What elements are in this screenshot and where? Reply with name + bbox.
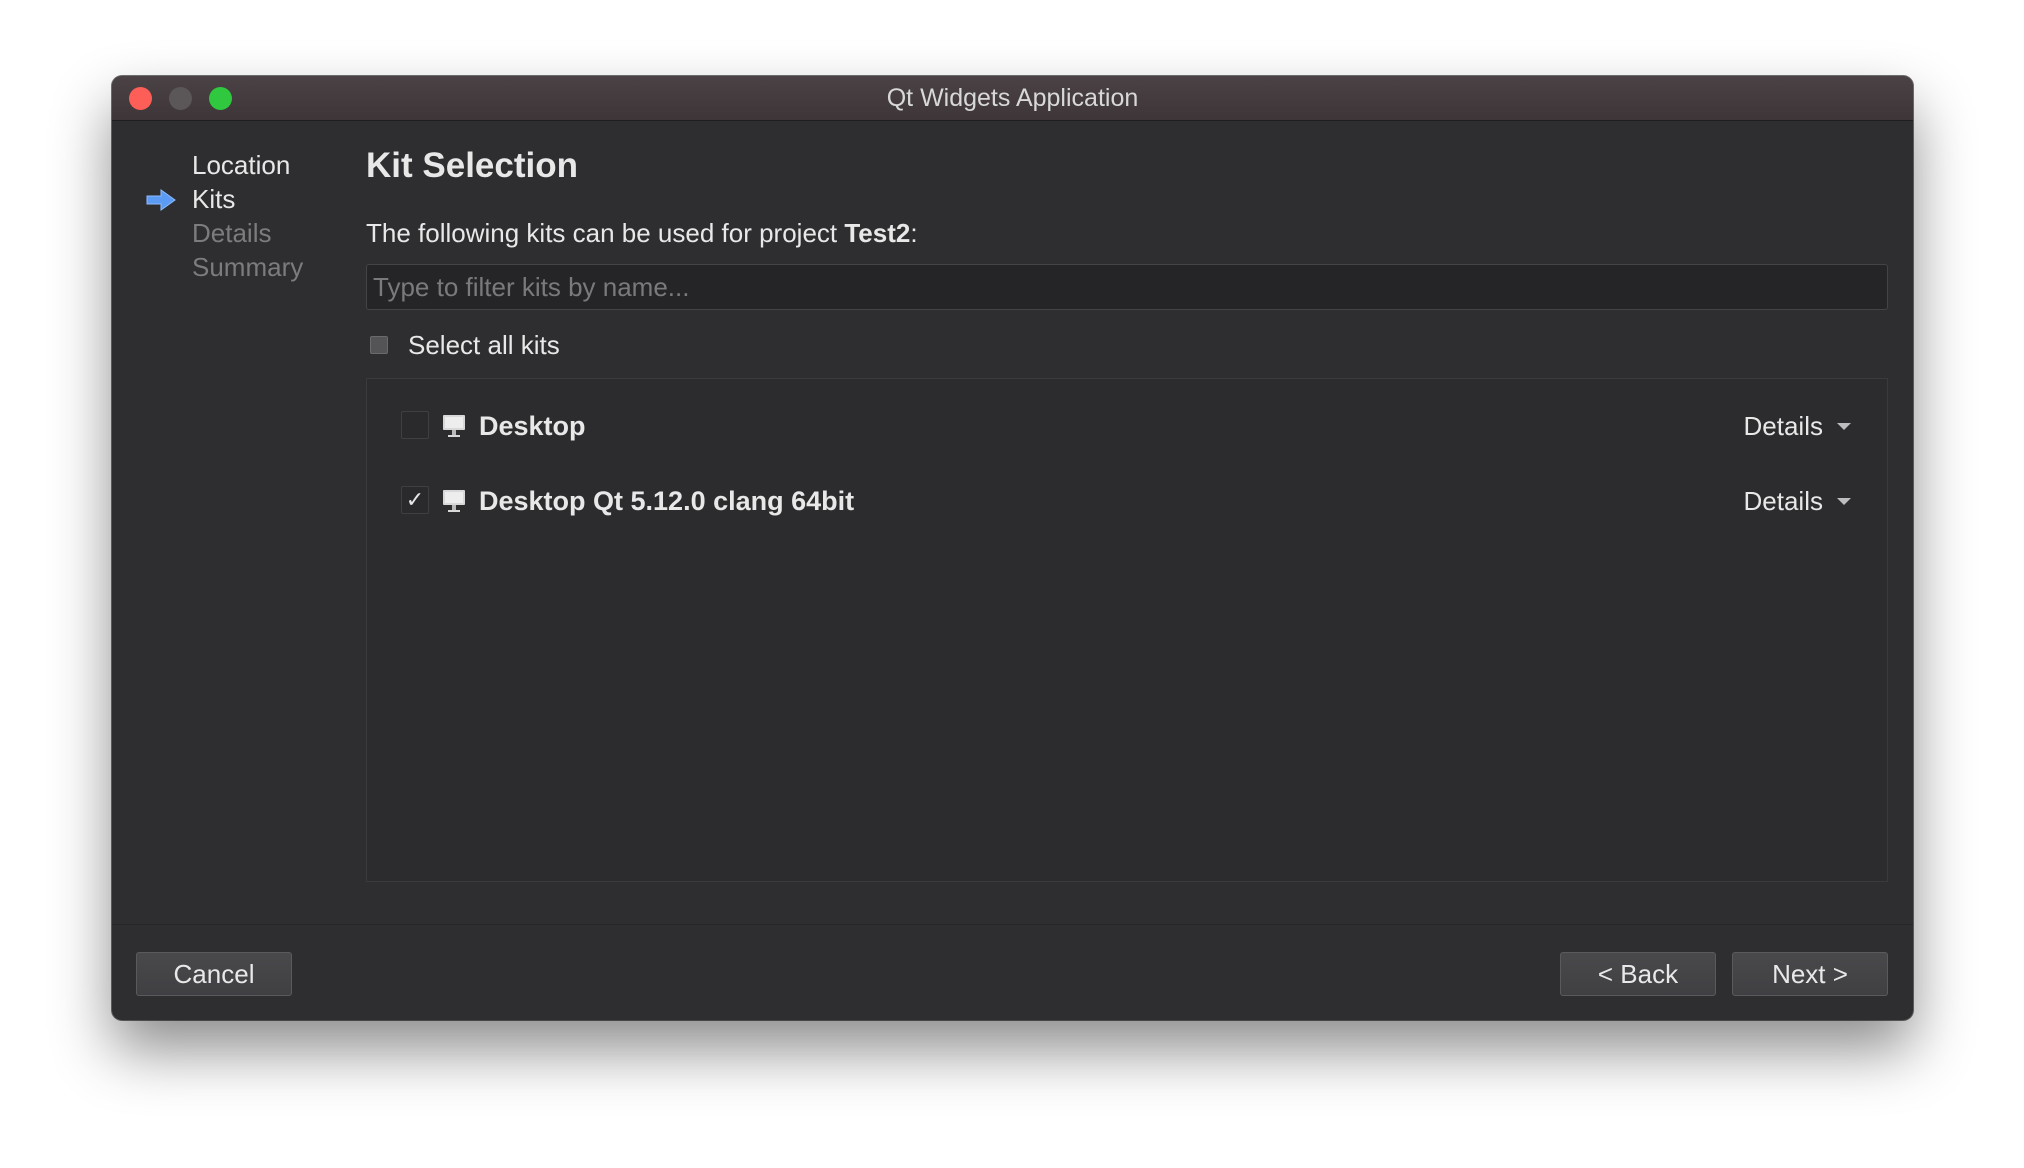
intro-suffix: : — [910, 218, 918, 248]
project-name: Test2 — [844, 218, 911, 248]
checkmark-icon: ✓ — [405, 487, 425, 512]
footer-divider — [112, 924, 1913, 925]
kit-filter-input[interactable] — [366, 264, 1888, 310]
select-all-label: Select all kits — [408, 329, 560, 360]
monitor-icon — [443, 490, 465, 512]
kit-details-toggle[interactable]: Details — [1744, 486, 1851, 517]
step-location: Location — [192, 150, 291, 180]
intro-prefix: The following kits can be used for proje… — [366, 218, 845, 248]
kit-name: Desktop — [479, 411, 586, 441]
kit-row-desktop: Desktop Details — [367, 401, 1887, 451]
intro-text: The following kits can be used for proje… — [366, 218, 918, 249]
chevron-down-icon — [1837, 423, 1851, 430]
step-details: Details — [192, 218, 272, 248]
select-all-kits-checkbox[interactable]: Select all kits — [370, 330, 560, 360]
monitor-icon — [443, 415, 465, 437]
arrow-right-icon — [146, 189, 176, 211]
next-button[interactable]: Next > — [1732, 952, 1888, 996]
chevron-down-icon — [1837, 498, 1851, 505]
kit-details-label: Details — [1743, 486, 1823, 516]
wizard-window: Qt Widgets Application Location Kits Det… — [112, 76, 1913, 1020]
kit-details-toggle[interactable]: Details — [1744, 411, 1851, 442]
select-all-checkbox-box[interactable] — [370, 336, 388, 354]
kit-checkbox-desktop[interactable] — [401, 411, 429, 439]
kit-name: Desktop Qt 5.12.0 clang 64bit — [479, 486, 855, 516]
step-kits: Kits — [192, 184, 236, 214]
title-bar[interactable]: Qt Widgets Application — [112, 76, 1913, 121]
step-summary: Summary — [192, 252, 304, 282]
window-title: Qt Widgets Application — [886, 84, 1139, 112]
kit-details-label: Details — [1743, 411, 1823, 441]
back-button[interactable]: < Back — [1560, 952, 1716, 996]
kit-list: Desktop Details ✓ Desktop Qt 5.12.0 clan… — [366, 378, 1888, 882]
kit-row-desktop-qt: ✓ Desktop Qt 5.12.0 clang 64bit Details — [367, 476, 1887, 526]
kit-checkbox-desktop-qt[interactable]: ✓ — [401, 486, 429, 514]
page-title: Kit Selection — [366, 146, 578, 185]
cancel-button[interactable]: Cancel — [136, 952, 292, 996]
